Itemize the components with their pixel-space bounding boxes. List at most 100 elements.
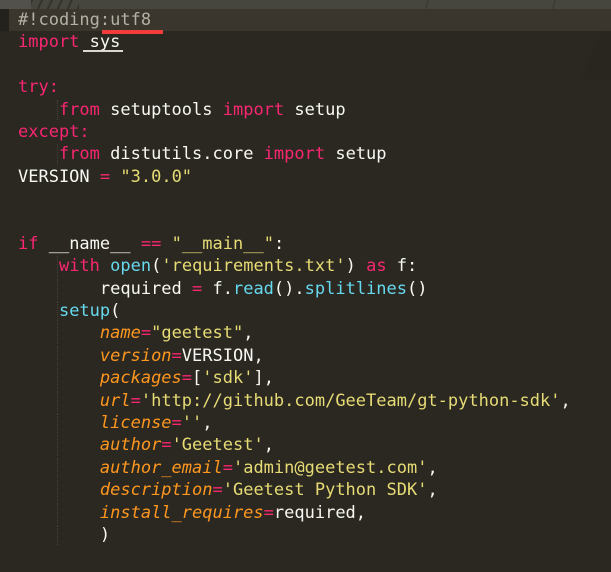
code-token: =	[140, 323, 152, 344]
code-token: from	[58, 99, 100, 120]
code-token: "geetest"	[151, 323, 244, 344]
code-token: required	[18, 278, 192, 299]
indent-guide	[57, 345, 58, 367]
code-line[interactable]: packages=['sdk'],	[0, 367, 611, 389]
code-token: =	[263, 502, 274, 523]
indent-guide	[57, 368, 58, 389]
indent-guide	[57, 99, 58, 120]
indent-guide	[57, 256, 58, 277]
code-token: 'Geetest Python SDK'	[222, 480, 428, 501]
indent-guide	[57, 502, 58, 523]
code-token: =	[181, 368, 193, 389]
code-token: import	[263, 144, 326, 165]
light-underline-mark	[83, 49, 123, 52]
indent-guide	[57, 278, 58, 300]
code-line[interactable]: from setuptools import setup	[0, 99, 611, 121]
code-token: version	[99, 345, 172, 366]
code-token: ()	[407, 278, 428, 299]
indent-guide	[57, 144, 58, 165]
indent-guide	[57, 301, 58, 322]
code-token: =	[161, 435, 172, 456]
code-line[interactable]: #!coding:utf8	[0, 9, 611, 35]
code-token: __name__	[38, 233, 141, 254]
code-token: except:	[18, 121, 90, 142]
code-token: from	[58, 144, 100, 165]
code-token: if	[18, 233, 39, 254]
code-line[interactable]: description='Geetest Python SDK',	[0, 479, 611, 501]
code-token: setup	[284, 99, 346, 120]
code-token: setup	[325, 144, 387, 165]
indent-guide	[57, 435, 58, 456]
code-token: license	[99, 413, 172, 434]
code-token: url	[99, 390, 131, 411]
code-token: 'admin@geetest.com'	[232, 457, 428, 478]
code-token: ''	[181, 413, 203, 434]
code-line[interactable]: author_email='admin@geetest.com',	[0, 457, 611, 479]
code-line[interactable]: license='',	[0, 412, 611, 434]
indent-guide	[57, 323, 58, 344]
code-line[interactable]: try:	[0, 76, 611, 98]
code-token: ],	[253, 368, 274, 389]
code-token: #!coding:utf8	[18, 10, 152, 30]
code-token: [	[192, 368, 203, 389]
code-token: name	[99, 323, 141, 344]
code-token: ().	[273, 278, 305, 299]
code-token: VERSION	[18, 166, 100, 187]
code-editor[interactable]: #!coding:utf8 import sys try: from setupto…	[0, 9, 611, 572]
code-token: =	[222, 457, 233, 478]
code-line[interactable]: from distutils.core import setup	[0, 143, 611, 165]
code-line[interactable]: required = f.read().splitlines()	[0, 278, 611, 300]
code-token: =	[130, 390, 141, 411]
code-line[interactable]: import sys	[0, 31, 611, 53]
code-token: 'sdk'	[202, 368, 254, 389]
code-token: import	[18, 32, 80, 53]
code-token: "__main__"	[171, 233, 274, 254]
code-line[interactable]	[0, 54, 611, 76]
code-token: open	[110, 256, 152, 277]
code-token: setup	[58, 301, 111, 322]
code-line[interactable]: install_requires=required,	[0, 502, 611, 524]
code-token: ,	[427, 480, 438, 501]
code-token: :	[273, 233, 285, 254]
code-line[interactable]: author='Geetest',	[0, 434, 611, 456]
code-token: 'requirements.txt'	[161, 256, 346, 277]
code-line[interactable]: VERSION = "3.0.0"	[0, 166, 611, 188]
code-token: ,	[560, 390, 571, 411]
code-token: required,	[273, 502, 367, 523]
code-line[interactable]: setup(	[0, 300, 611, 322]
code-line[interactable]	[0, 188, 611, 210]
code-line[interactable]: name="geetest",	[0, 322, 611, 344]
code-token: read	[232, 278, 274, 299]
code-token: (	[151, 256, 162, 277]
code-token: author	[99, 435, 162, 456]
code-token: f:	[386, 256, 418, 277]
code-line[interactable]: except:	[0, 121, 611, 143]
code-line[interactable]: with open('requirements.txt') as f:	[0, 255, 611, 277]
code-token: install_requires	[99, 502, 264, 523]
code-line[interactable]: )	[0, 524, 611, 546]
code-token: f.	[202, 278, 233, 299]
code-token: description	[99, 480, 213, 501]
window-top-strip	[0, 0, 611, 9]
indent-guide	[57, 390, 58, 412]
code-token: ,	[202, 413, 213, 434]
code-token: as	[366, 256, 387, 277]
code-line[interactable]: version=VERSION,	[0, 345, 611, 367]
indent-guide	[57, 457, 58, 479]
code-line[interactable]: if __name__ == "__main__":	[0, 233, 611, 255]
code-line[interactable]	[0, 211, 611, 233]
code-line[interactable]: url='http://github.com/GeeTeam/gt-python…	[0, 390, 611, 412]
